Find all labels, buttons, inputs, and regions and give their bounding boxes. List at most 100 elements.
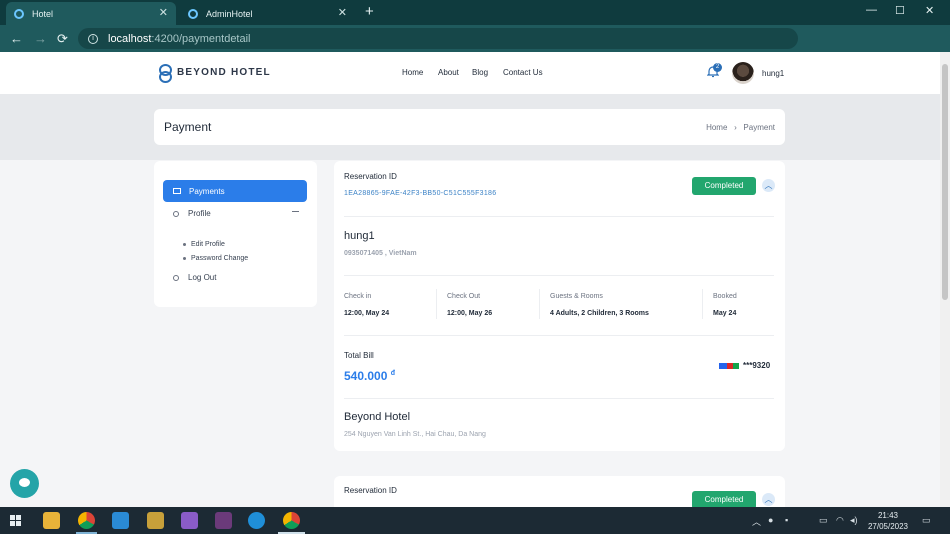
chevron-up-icon[interactable]: ︿ [762, 179, 775, 192]
tab-title: Hotel [32, 8, 54, 19]
wifi-icon[interactable]: ◠ [836, 515, 844, 526]
sidebar-subitem-edit-profile[interactable]: Edit Profile [183, 241, 225, 248]
logo-icon [157, 64, 172, 83]
minimize-button[interactable]: — [866, 4, 877, 16]
battery-icon[interactable]: ▭ [819, 515, 828, 526]
reservation-card: Reservation ID 1EA28865-9FAE-42F3-BB50-C… [334, 161, 785, 451]
column-divider [539, 289, 540, 319]
sidebar-subitem-password-change[interactable]: Password Change [183, 255, 248, 262]
reservation-card: Reservation ID Completed ︿ [334, 476, 785, 507]
reservation-id-label: Reservation ID [344, 172, 397, 181]
browser-tab-bar: Hotel ✕ AdminHotel ✕ + — ☐ ✕ [0, 0, 950, 25]
os-taskbar: ︿ ● ▪ ▭ ◠ ◂) 21:43 27/05/2023 ▭ [0, 507, 950, 534]
address-bar[interactable]: i localhost:4200/paymentdetail [78, 28, 798, 49]
forward-button[interactable]: → [34, 31, 47, 46]
tray-chevron-up-icon[interactable]: ︿ [752, 515, 761, 528]
maximize-button[interactable]: ☐ [895, 4, 905, 17]
sidebar-item-payments[interactable]: Payments [163, 180, 307, 202]
checkin-label: Check in [344, 293, 372, 300]
edge-icon[interactable] [248, 512, 265, 529]
account-sidebar: Payments Profile Edit Profile Password C… [154, 161, 317, 307]
booked-value: May 24 [713, 310, 737, 317]
hotel-name: Beyond Hotel [344, 411, 411, 423]
nav-blog[interactable]: Blog [472, 68, 488, 77]
tray-app-icon[interactable]: ▪ [785, 515, 788, 525]
chat-button[interactable] [10, 469, 39, 498]
status-badge: Completed [692, 177, 756, 195]
volume-icon[interactable]: ◂) [850, 515, 858, 526]
sidebar-item-logout[interactable]: Log Out [173, 273, 216, 282]
guest-contact: 0935071405 , VietNam [344, 250, 417, 257]
breadcrumb: Home › Payment [706, 123, 775, 132]
chrome-icon[interactable] [283, 512, 300, 529]
page-title-card: Payment Home › Payment [154, 109, 785, 145]
back-button[interactable]: ← [10, 31, 23, 46]
app-icon[interactable] [147, 512, 164, 529]
total-bill-label: Total Bill [344, 351, 374, 360]
currency-symbol: đ [390, 370, 396, 377]
info-icon[interactable]: i [88, 33, 98, 44]
vscode-icon[interactable] [112, 512, 129, 529]
column-divider [436, 289, 437, 319]
checkin-value: 12:00, May 24 [344, 310, 390, 317]
new-tab-button[interactable]: + [365, 3, 374, 20]
url-host: localhost [108, 32, 152, 45]
reload-button[interactable]: ⟳ [57, 31, 68, 47]
brand-name: BEYOND HOTEL [177, 66, 271, 78]
scrollbar-thumb[interactable] [942, 64, 948, 300]
guests-rooms-value: 4 Adults, 2 Children, 3 Rooms [550, 310, 649, 317]
divider [344, 335, 774, 336]
chrome-icon[interactable] [78, 512, 95, 529]
close-icon[interactable]: ✕ [159, 6, 168, 19]
file-explorer-icon[interactable] [43, 512, 60, 529]
close-icon[interactable]: ✕ [338, 6, 347, 19]
card-number-masked: ***9320 [743, 361, 771, 370]
sql-server-icon[interactable] [215, 512, 232, 529]
system-clock[interactable]: 21:43 27/05/2023 [866, 510, 910, 532]
nav-contact-us[interactable]: Contact Us [503, 68, 543, 77]
microphone-icon[interactable]: ● [768, 515, 773, 525]
username-label[interactable]: hung1 [762, 69, 784, 78]
checkout-label: Check Out [447, 293, 481, 300]
logout-icon [173, 274, 179, 281]
wallet-icon [173, 188, 181, 194]
sidebar-item-label: Log Out [188, 273, 217, 282]
collapse-icon[interactable] [292, 211, 299, 212]
total-amount: 540.000 [344, 369, 388, 383]
bullet-icon [183, 257, 186, 260]
chevron-up-icon[interactable]: ︿ [762, 493, 775, 506]
reservation-id-value: 1EA28865-9FAE-42F3-BB50-C51C555F3186 [344, 190, 497, 197]
sidebar-item-profile[interactable]: Profile [173, 209, 211, 218]
notifications-icon[interactable]: ▭ [922, 515, 931, 526]
payment-card: ***9320 [719, 361, 770, 370]
breadcrumb-home[interactable]: Home [706, 123, 727, 132]
hotel-address: 254 Nguyen Van Linh St., Hai Chau, Da Na… [344, 431, 486, 438]
page-viewport: BEYOND HOTEL Home About Blog Contact Us … [0, 52, 940, 507]
brand-logo[interactable]: BEYOND HOTEL [157, 64, 271, 83]
guest-name: hung1 [344, 230, 375, 242]
nav-home[interactable]: Home [402, 68, 423, 77]
windows-start-icon[interactable] [10, 515, 21, 526]
status-badge: Completed [692, 491, 756, 507]
tab-hotel[interactable]: Hotel ✕ [6, 2, 176, 25]
sidebar-item-label: Payments [189, 186, 225, 196]
close-window-button[interactable]: ✕ [925, 4, 934, 17]
browser-toolbar: ← → ⟳ i localhost:4200/paymentdetail [0, 25, 950, 52]
checkout-value: 12:00, May 26 [447, 310, 493, 317]
divider [344, 275, 774, 276]
bank-logo-icon [719, 362, 739, 369]
visual-studio-icon[interactable] [181, 512, 198, 529]
site-header: BEYOND HOTEL Home About Blog Contact Us … [0, 52, 940, 94]
url-path: :4200/paymentdetail [151, 32, 251, 45]
total-bill-value: 540.000 đ [344, 369, 395, 383]
site-favicon-icon [188, 8, 198, 19]
nav-about[interactable]: About [438, 68, 459, 77]
tab-adminhotel[interactable]: AdminHotel ✕ [180, 2, 355, 25]
divider [344, 398, 774, 399]
avatar[interactable] [732, 62, 754, 84]
column-divider [702, 289, 703, 319]
sidebar-item-label: Profile [188, 209, 211, 218]
clock-time: 21:43 [877, 511, 899, 520]
breadcrumb-current: Payment [743, 123, 775, 132]
site-favicon-icon [14, 8, 24, 19]
